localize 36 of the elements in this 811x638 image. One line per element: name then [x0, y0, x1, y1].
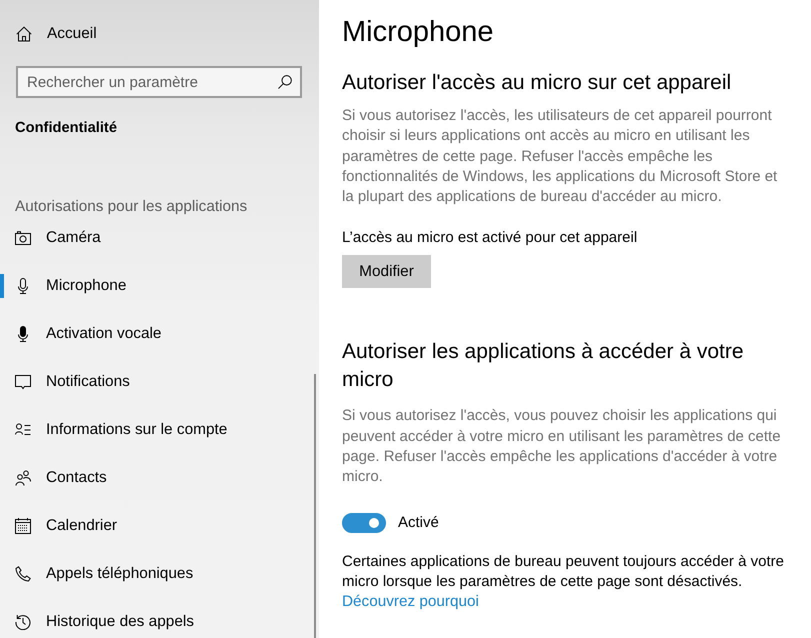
status-text: L’accès au micro est activé pour cet appareil — [342, 228, 638, 248]
home-link[interactable]: Accueil — [0, 18, 105, 50]
note-text: Certaines applications de bureau peuvent toujours accéder à votre micro lorsque les paramètres de cette page sont désactivés. — [342, 552, 785, 592]
nav-item[interactable]: Appels téléphoniques — [0, 558, 319, 590]
microphone-icon — [15, 278, 31, 294]
section-heading: Autoriser l'accès au micro sur cet appareil — [342, 70, 732, 96]
nav-item[interactable]: Caméra — [0, 222, 319, 254]
people-icon — [15, 470, 31, 486]
microphone-icon — [15, 326, 31, 342]
nav-item[interactable]: Notifications — [0, 366, 319, 398]
page-title: Microphone — [342, 15, 494, 50]
speech-bubble-icon — [15, 374, 31, 390]
search-field[interactable]: Rechercher un paramètre — [16, 66, 302, 98]
group-label: Autorisations pour les applications — [15, 197, 248, 217]
modify-button[interactable]: Modifier — [342, 255, 431, 288]
section-description: Si vous autorisez l'accès, les utilisateurs de cet appareil pourront choisir si leurs applications ont accès au micro en utilisant les paramètres de cette page. Refuser l'accès empêche les fonctionnalités de Windows, les applications du Microsoft Store et la plupart des applications de bureau d'accéder au micro. — [342, 106, 778, 208]
toggle-switch[interactable] — [342, 512, 386, 533]
person-list-icon — [15, 422, 31, 438]
nav-item[interactable]: Microphone — [0, 270, 319, 302]
search-icon[interactable] — [278, 75, 292, 89]
section-heading: Autoriser les applications à accéder à votre micro — [342, 339, 745, 394]
nav-item[interactable]: Activation vocale — [0, 318, 319, 350]
learn-more-link[interactable]: Découvrez pourquoi — [342, 592, 479, 612]
scrollbar[interactable] — [314, 374, 316, 638]
nav-item[interactable]: Informations sur le compte — [0, 414, 319, 446]
toggle-label: Activé — [398, 514, 439, 532]
nav-item[interactable]: Calendrier — [0, 510, 319, 542]
nav-item[interactable]: Historique des appels — [0, 606, 319, 638]
calendar-icon — [15, 518, 31, 534]
home-icon — [16, 26, 32, 42]
phone-icon — [15, 566, 31, 582]
camera-icon — [15, 230, 31, 246]
nav-item[interactable]: Contacts — [0, 462, 319, 494]
clock-history-icon — [15, 614, 31, 630]
section-description: Si vous autorisez l'accès, vous pouvez choisir les applications qui peuvent accéder à votre micro en utilisant les paramètres de cette page. Refuser l'accès empêche les applications d'accéder à votre micro. — [342, 406, 782, 488]
section-title: Confidentialité — [15, 119, 117, 138]
